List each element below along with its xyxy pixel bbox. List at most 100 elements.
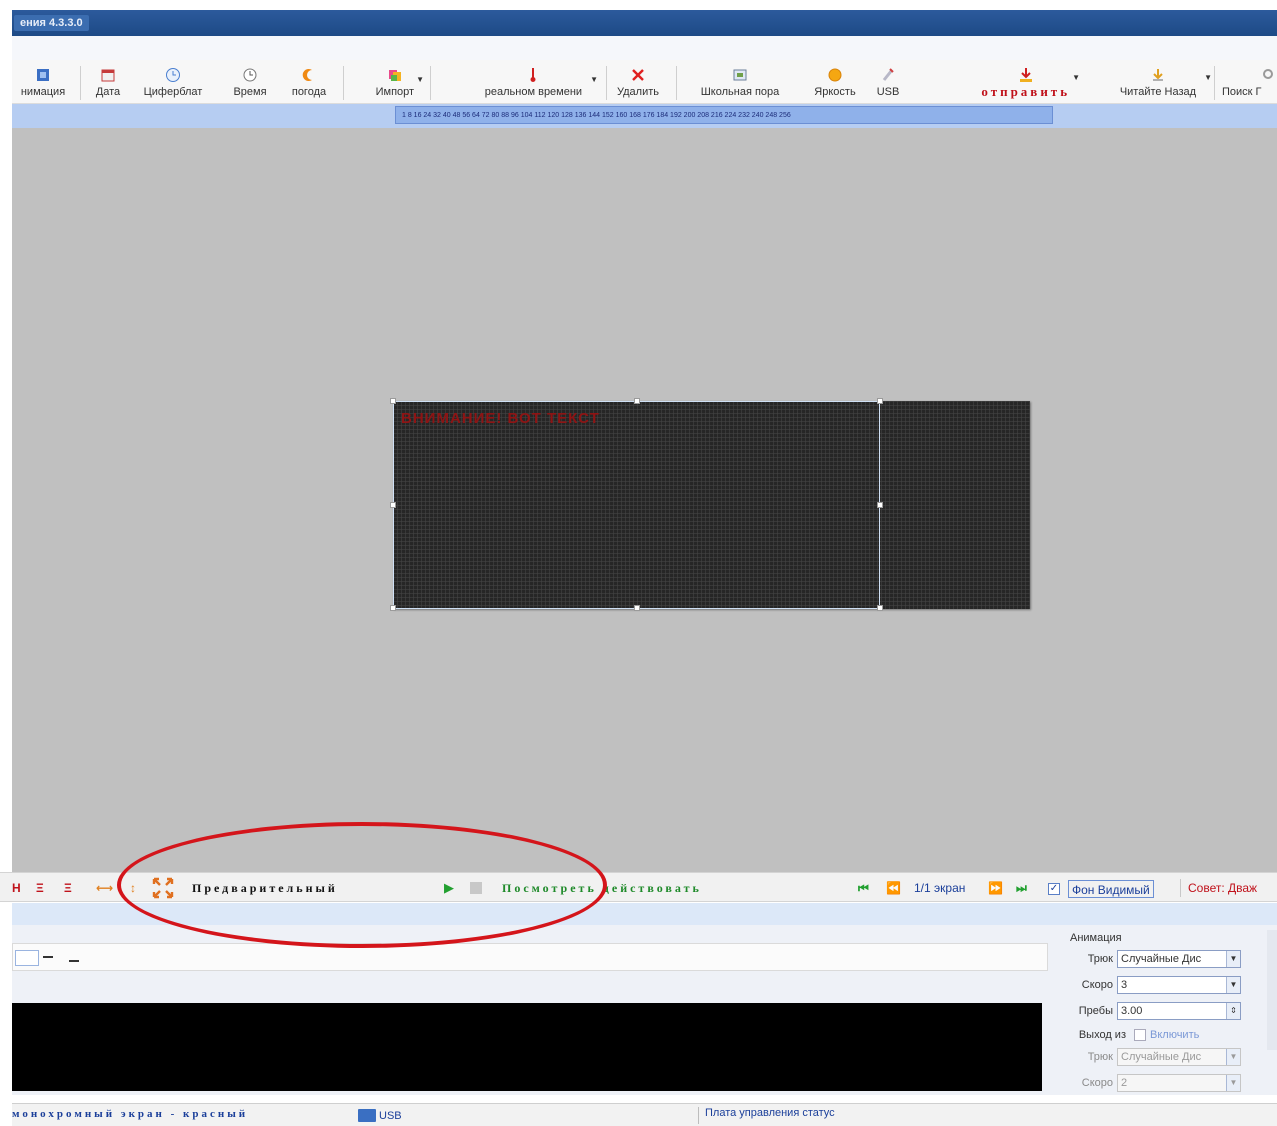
send-icon (1017, 67, 1035, 83)
toolbar-separator (80, 66, 81, 100)
delete-icon (629, 67, 647, 83)
resize-handle-bottom[interactable] (634, 605, 640, 611)
realtime-dropdown-arrow[interactable]: ▼ (590, 75, 598, 84)
screen-type-status: монохромный экран - красный (12, 1108, 249, 1120)
checkbox-mark: ✓ (1048, 882, 1060, 895)
import-dropdown-arrow[interactable]: ▼ (416, 75, 424, 84)
school-time-icon (731, 67, 749, 83)
chevron-down-icon: ▼ (1226, 977, 1240, 993)
vertical-arrow-icon[interactable]: ↕ (130, 879, 136, 897)
align-left-icon[interactable]: Н (12, 879, 21, 897)
toolbar-animation-button[interactable]: нимация (12, 60, 74, 104)
main-toolbar: нимация Дата Циферблат Время погода Импо… (12, 60, 1277, 104)
toolbar-brightness-button[interactable]: Яркость (806, 60, 864, 104)
toolbar-readback-button[interactable]: Читайте Назад ▼ (1082, 60, 1212, 104)
read-back-icon (1149, 67, 1167, 83)
chevron-down-icon: ▼ (1226, 951, 1240, 967)
animation-icon (34, 67, 52, 83)
resize-handle-bottom-right[interactable] (877, 605, 883, 611)
toolbar-weather-button[interactable]: погода (284, 60, 334, 104)
toolbar-separator (1214, 66, 1215, 100)
exit-trick-row: Трюк Случайные Дис ▼ (1072, 1047, 1241, 1067)
toolbar-dial-button[interactable]: Циферблат (132, 60, 214, 104)
bg-visible-checkbox[interactable]: ✓ (1048, 879, 1062, 897)
toolbar-separator (676, 66, 677, 100)
align-center-icon[interactable]: Ξ (36, 879, 44, 897)
tip-text: Совет: Дваж (1188, 881, 1258, 895)
animation-title: Анимация (1070, 932, 1122, 944)
first-screen-icon[interactable]: ⏮ (858, 879, 869, 897)
resize-handle-right[interactable] (877, 502, 883, 508)
selection-frame[interactable] (393, 401, 880, 609)
exit-trick-select[interactable]: Случайные Дис ▼ (1117, 1048, 1241, 1066)
resize-handle-top[interactable] (634, 398, 640, 404)
exit-enable-checkbox[interactable] (1134, 1029, 1146, 1041)
toolbar-separator (343, 66, 344, 100)
prev-screen-icon[interactable]: ⏪ (886, 879, 901, 897)
text-editor-area (12, 925, 1062, 1095)
toolbar-realtime-button[interactable]: реальном времени ▼ (436, 60, 598, 104)
next-screen-icon[interactable]: ⏩ (988, 879, 1003, 897)
bg-visible-label: Фон Видимый (1068, 880, 1154, 898)
time-icon (241, 67, 259, 83)
usb-connection-icon (358, 1109, 376, 1122)
stay-row: Пребы 3.00 ⇕ (1072, 1001, 1241, 1021)
brightness-icon (826, 67, 844, 83)
window-title: ения 4.3.3.0 (14, 15, 89, 31)
toolbar-time-button[interactable]: Время (224, 60, 276, 104)
animation-panel: Анимация Трюк Случайные Дис ▼ Скоро 3 ▼ Пр… (1062, 925, 1277, 1095)
underline-icon[interactable] (69, 960, 79, 962)
speed-row: Скоро 3 ▼ (1072, 975, 1241, 995)
toolbar-import-button[interactable]: Импорт ▼ (350, 60, 424, 104)
send-dropdown-arrow[interactable]: ▼ (1072, 73, 1080, 82)
format-toolbar (12, 943, 1048, 971)
stay-stepper[interactable]: 3.00 ⇕ (1117, 1002, 1241, 1020)
exit-row: Выход из Включить (1078, 1029, 1200, 1041)
realtime-group: реальном времени (485, 67, 582, 98)
trick-select[interactable]: Случайные Дис ▼ (1117, 950, 1241, 968)
right-options-strip (1267, 930, 1277, 1050)
exit-speed-select[interactable]: 2 ▼ (1117, 1074, 1241, 1092)
last-screen-icon[interactable]: ⏭ (1016, 879, 1027, 897)
connection-status: USB (358, 1107, 402, 1124)
speed-select[interactable]: 3 ▼ (1117, 976, 1241, 994)
fullscreen-icon[interactable] (152, 877, 174, 899)
resize-handle-left[interactable] (390, 502, 396, 508)
text-input-area[interactable] (12, 1003, 1042, 1091)
exit-speed-row: Скоро 2 ▼ (1072, 1073, 1241, 1093)
toolbar-separator (606, 66, 607, 100)
status-bar: монохромный экран - красный USB Плата уп… (12, 1103, 1277, 1126)
readback-dropdown-arrow[interactable]: ▼ (1204, 73, 1212, 82)
screen-counter: 1/1 экран (914, 881, 966, 895)
resize-handle-bottom-left[interactable] (390, 605, 396, 611)
spinner-icon: ⇕ (1226, 1003, 1240, 1019)
font-selector[interactable] (15, 950, 39, 966)
control-board-status: Плата управления статус (698, 1107, 835, 1124)
pixel-ruler: 1 8 16 24 32 40 48 56 64 72 80 88 96 104… (395, 106, 1053, 124)
clock-dial-icon (164, 67, 182, 83)
toolbar-school-button[interactable]: Школьная пора (684, 60, 796, 104)
toolbar-delete-button[interactable]: Удалить (612, 60, 664, 104)
title-bar: ения 4.3.3.0 (12, 10, 1277, 36)
resize-handle-top-left[interactable] (390, 398, 396, 404)
view-action-button[interactable]: Посмотреть действовать (502, 879, 702, 897)
trick-row: Трюк Случайные Дис ▼ (1072, 949, 1241, 969)
toolbar-date-button[interactable]: Дата (88, 60, 128, 104)
play-icon[interactable]: ▶ (444, 879, 454, 897)
resize-handle-top-right[interactable] (877, 398, 883, 404)
chevron-down-icon: ▼ (1226, 1075, 1240, 1091)
design-workspace[interactable]: ВНИМАНИЕ! ВОТ ТЕКСТ (12, 128, 1277, 872)
toolbar-separator (430, 66, 431, 100)
date-icon (99, 67, 117, 83)
preview-label: Предварительный (192, 881, 338, 895)
ruler-bar: 1 8 16 24 32 40 48 56 64 72 80 88 96 104… (12, 104, 1277, 128)
toolbar-search-button[interactable]: Поиск Г (1220, 60, 1277, 104)
toolbar-usb-button[interactable]: USB (872, 60, 904, 104)
minus-icon[interactable] (43, 956, 53, 958)
stop-icon[interactable] (470, 882, 482, 894)
align-right-icon[interactable]: Ξ (64, 879, 72, 897)
horizontal-arrow-icon[interactable]: ⟷ (96, 879, 113, 897)
preview-control-bar: Н Ξ Ξ ⟷ ↕ Предварительный ▶ Посмотреть д… (0, 872, 1277, 902)
toolbar-send-button[interactable]: отправить ▼ (910, 60, 1080, 104)
tab-band (12, 903, 1277, 925)
